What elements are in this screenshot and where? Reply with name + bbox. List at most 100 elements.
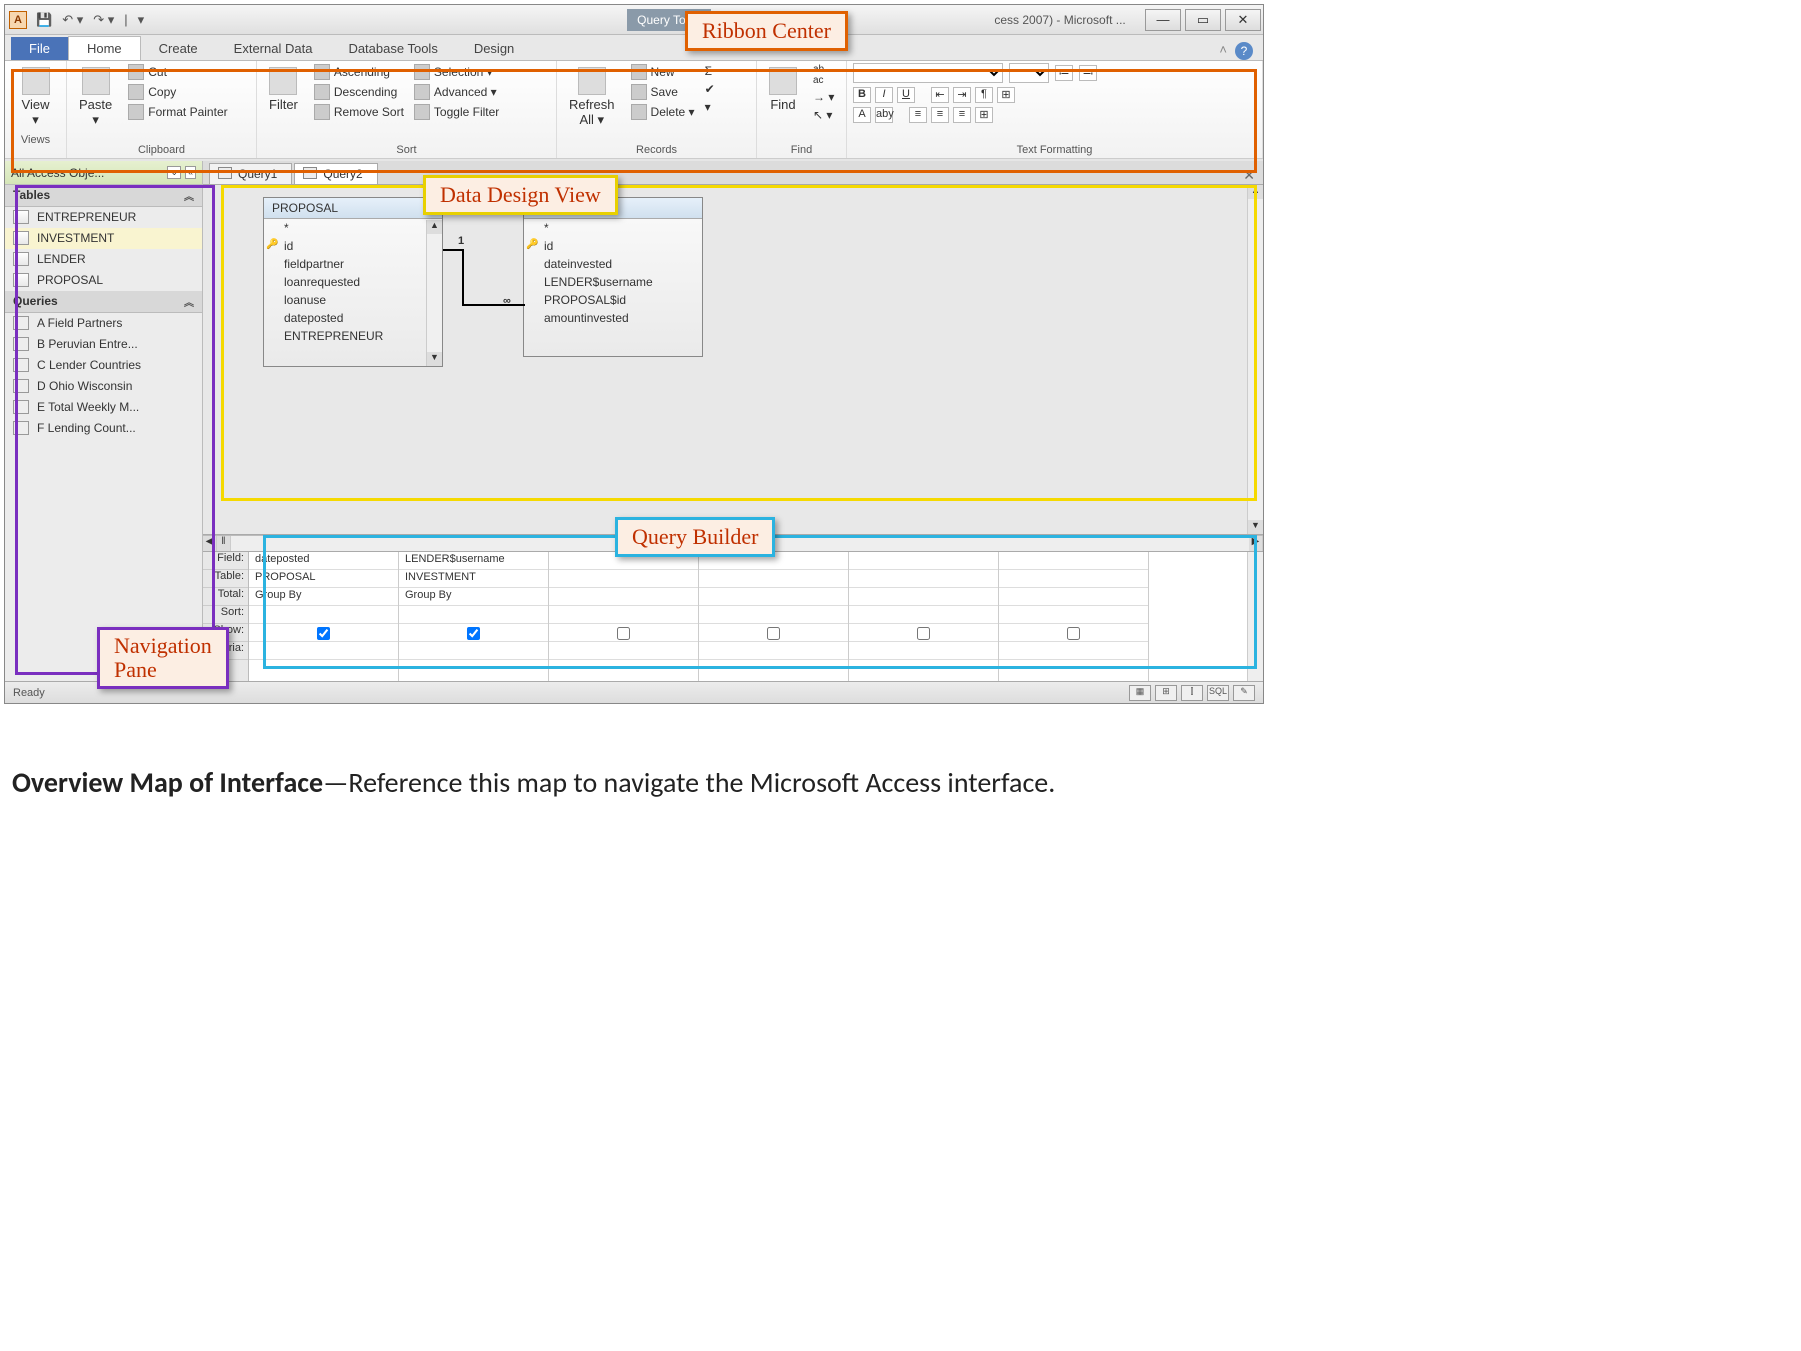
spelling-button[interactable]: ✔ <box>705 81 715 97</box>
show-checkbox[interactable] <box>767 627 780 640</box>
grid-cell-show[interactable] <box>249 624 398 642</box>
copy-button[interactable]: Copy <box>128 83 227 101</box>
field-star[interactable]: * <box>524 219 702 237</box>
design-vscroll[interactable]: ▲ ▼ <box>1247 185 1263 534</box>
format-painter-button[interactable]: Format Painter <box>128 103 227 121</box>
grid-column[interactable] <box>699 552 849 681</box>
grid-cell-field[interactable] <box>849 552 998 570</box>
nav-query-item[interactable]: B Peruvian Entre... <box>5 334 202 355</box>
minimize-button[interactable]: — <box>1145 9 1181 31</box>
qat-undo-icon[interactable]: ↶ ▾ <box>59 12 86 28</box>
bold-button[interactable]: B <box>853 87 871 103</box>
find-button[interactable]: Find <box>763 63 803 116</box>
fill-color-button[interactable]: aby <box>875 107 893 123</box>
doc-tab-query2[interactable]: Query2 <box>294 163 377 184</box>
grid-cell-criteria[interactable] <box>549 642 698 660</box>
alt-gridlines-icon[interactable]: ⊞ <box>975 107 993 123</box>
nav-dropdown-icon[interactable]: ⌄ <box>167 166 181 179</box>
scroll-down-icon[interactable]: ▼ <box>427 352 442 366</box>
field-item[interactable]: LENDER$username <box>524 273 702 291</box>
scroll-right-icon[interactable]: ▶ <box>1249 536 1263 551</box>
nav-query-item[interactable]: A Field Partners <box>5 313 202 334</box>
nav-table-item[interactable]: ENTREPRENEUR <box>5 207 202 228</box>
scrollbar[interactable]: ▲ ▼ <box>426 220 442 366</box>
grid-cell-show[interactable] <box>549 624 698 642</box>
grid-column[interactable] <box>999 552 1149 681</box>
nav-query-item[interactable]: F Lending Count... <box>5 418 202 439</box>
maximize-button[interactable]: ▭ <box>1185 9 1221 31</box>
pivot-view-button[interactable]: ⊞ <box>1155 685 1177 701</box>
grid-cell-sort[interactable] <box>249 606 398 624</box>
grid-vscroll[interactable] <box>1247 552 1263 681</box>
show-checkbox[interactable] <box>917 627 930 640</box>
help-icon[interactable]: ? <box>1235 42 1253 60</box>
scroll-down-icon[interactable]: ▼ <box>1248 520 1263 534</box>
font-color-button[interactable]: A <box>853 107 871 123</box>
grid-cell-show[interactable] <box>849 624 998 642</box>
save-button[interactable]: Save <box>631 83 695 101</box>
grid-cell-total[interactable] <box>999 588 1148 606</box>
show-checkbox[interactable] <box>1067 627 1080 640</box>
field-item[interactable]: fieldpartner <box>264 255 442 273</box>
field-item[interactable]: PROPOSAL$id <box>524 291 702 309</box>
align-center-button[interactable]: ≡ <box>931 107 949 123</box>
italic-button[interactable]: I <box>875 87 893 103</box>
design-view-button[interactable]: ✎ <box>1233 685 1255 701</box>
grid-cell-criteria[interactable] <box>249 642 398 660</box>
bullets-icon[interactable]: ≔ <box>1055 65 1073 81</box>
collapse-ribbon-icon[interactable]: ˄ <box>1219 42 1227 60</box>
grid-cell-show[interactable] <box>699 624 848 642</box>
more-button[interactable]: ▾ <box>705 99 715 115</box>
field-pk[interactable]: id <box>524 237 702 255</box>
gridlines-icon[interactable]: ⊞ <box>997 87 1015 103</box>
tab-file[interactable]: File <box>11 37 68 60</box>
tab-design[interactable]: Design <box>456 37 532 60</box>
close-button[interactable]: ✕ <box>1225 9 1261 31</box>
grid-cell-table[interactable] <box>549 570 698 588</box>
view-button[interactable]: View ▾ <box>11 63 60 132</box>
doc-tab-query1[interactable]: Query1 <box>209 163 292 184</box>
grid-cell-sort[interactable] <box>999 606 1148 624</box>
tab-database-tools[interactable]: Database Tools <box>330 37 455 60</box>
field-item[interactable]: loanuse <box>264 291 442 309</box>
nav-table-item[interactable]: PROPOSAL <box>5 270 202 291</box>
grid-cell-criteria[interactable] <box>999 642 1148 660</box>
nav-pane-header[interactable]: All Access Obje... ⌄ « <box>5 161 202 185</box>
scroll-up-icon[interactable]: ▲ <box>427 220 442 234</box>
underline-button[interactable]: U <box>897 87 915 103</box>
tab-external-data[interactable]: External Data <box>216 37 331 60</box>
field-item[interactable]: loanrequested <box>264 273 442 291</box>
descending-button[interactable]: Descending <box>314 83 404 101</box>
paste-button[interactable]: Paste ▾ <box>73 63 118 132</box>
scroll-up-icon[interactable]: ▲ <box>1248 185 1263 199</box>
qat-save-icon[interactable]: 💾 <box>33 12 55 28</box>
grid-cell-criteria[interactable] <box>699 642 848 660</box>
grid-cell-show[interactable] <box>999 624 1148 642</box>
filter-button[interactable]: Filter <box>263 63 304 116</box>
replace-button[interactable]: abac <box>813 63 834 87</box>
nav-collapse-icon[interactable]: « <box>185 166 196 179</box>
qat-customize-icon[interactable]: ▾ <box>135 12 148 28</box>
sql-view-button[interactable]: SQL <box>1207 685 1229 701</box>
decrease-indent-button[interactable]: ⇤ <box>931 87 949 103</box>
field-star[interactable]: * <box>264 219 442 237</box>
field-pk[interactable]: id <box>264 237 442 255</box>
select-button[interactable]: ↖ ▾ <box>813 107 834 123</box>
grid-cell-total[interactable] <box>849 588 998 606</box>
field-item[interactable]: dateinvested <box>524 255 702 273</box>
grid-cell-field[interactable] <box>999 552 1148 570</box>
refresh-all-button[interactable]: Refresh All ▾ <box>563 63 621 132</box>
grid-cell-total[interactable] <box>699 588 848 606</box>
table-proposal[interactable]: PROPOSAL * id fieldpartnerloanrequestedl… <box>263 197 443 367</box>
grid-cell-field[interactable]: LENDER$username <box>399 552 548 570</box>
new-button[interactable]: New <box>631 63 695 81</box>
show-checkbox[interactable] <box>317 627 330 640</box>
show-checkbox[interactable] <box>617 627 630 640</box>
grid-cell-sort[interactable] <box>399 606 548 624</box>
grid-column[interactable] <box>549 552 699 681</box>
advanced-button[interactable]: Advanced ▾ <box>414 83 499 101</box>
paragraph-icon[interactable]: ¶ <box>975 87 993 103</box>
show-checkbox[interactable] <box>467 627 480 640</box>
nav-query-item[interactable]: D Ohio Wisconsin <box>5 376 202 397</box>
pivotchart-view-button[interactable]: ⫿ <box>1181 685 1203 701</box>
